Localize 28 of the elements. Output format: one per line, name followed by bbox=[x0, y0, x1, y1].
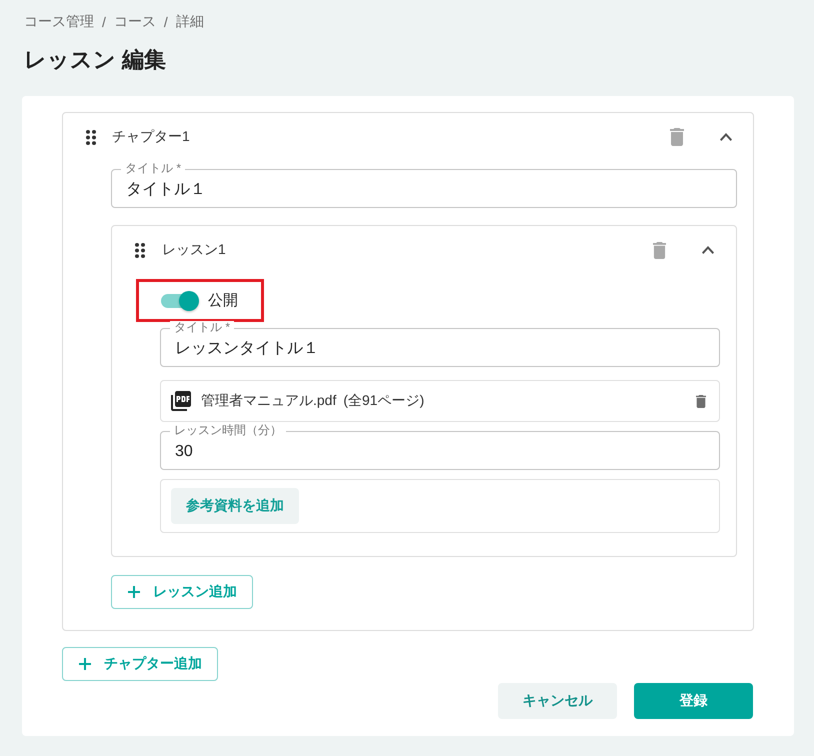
add-material-button[interactable]: 参考資料を追加 bbox=[171, 488, 299, 524]
drag-handle-icon[interactable] bbox=[135, 242, 145, 258]
breadcrumb-separator: / bbox=[164, 14, 168, 30]
plus-icon bbox=[128, 586, 140, 598]
field-label: タイトル * bbox=[121, 162, 186, 175]
page-title: レッスン 編集 bbox=[24, 46, 166, 74]
breadcrumb-link[interactable]: コース管理 bbox=[24, 13, 94, 31]
lesson-name: レッスン1 bbox=[162, 241, 227, 259]
field-label: タイトル * bbox=[170, 321, 234, 334]
file-name: 管理者マニュアル.pdf bbox=[201, 392, 336, 410]
chevron-up-icon[interactable] bbox=[720, 133, 732, 141]
add-lesson-button[interactable]: レッスン追加 bbox=[111, 575, 253, 609]
breadcrumb-link[interactable]: 詳細 bbox=[176, 13, 204, 31]
page-count: (全91ページ) bbox=[343, 392, 426, 410]
drag-handle-icon[interactable] bbox=[86, 130, 96, 144]
chapter-name: チャプター1 bbox=[112, 128, 191, 146]
breadcrumb-link[interactable]: コース bbox=[114, 13, 156, 31]
submit-button[interactable]: 登録 bbox=[634, 683, 753, 719]
chevron-up-icon[interactable] bbox=[702, 246, 714, 254]
breadcrumb-separator: / bbox=[102, 14, 106, 30]
toggle-label: 公開 bbox=[208, 291, 238, 310]
trash-icon[interactable] bbox=[696, 394, 706, 408]
pdf-file-icon bbox=[171, 391, 191, 411]
add-chapter-button[interactable]: チャプター追加 bbox=[62, 647, 218, 681]
cancel-button[interactable]: キャンセル bbox=[498, 683, 617, 719]
plus-icon bbox=[79, 658, 91, 670]
field-label: レッスン時間（分） bbox=[170, 424, 286, 437]
toggle-switch[interactable] bbox=[161, 290, 199, 310]
